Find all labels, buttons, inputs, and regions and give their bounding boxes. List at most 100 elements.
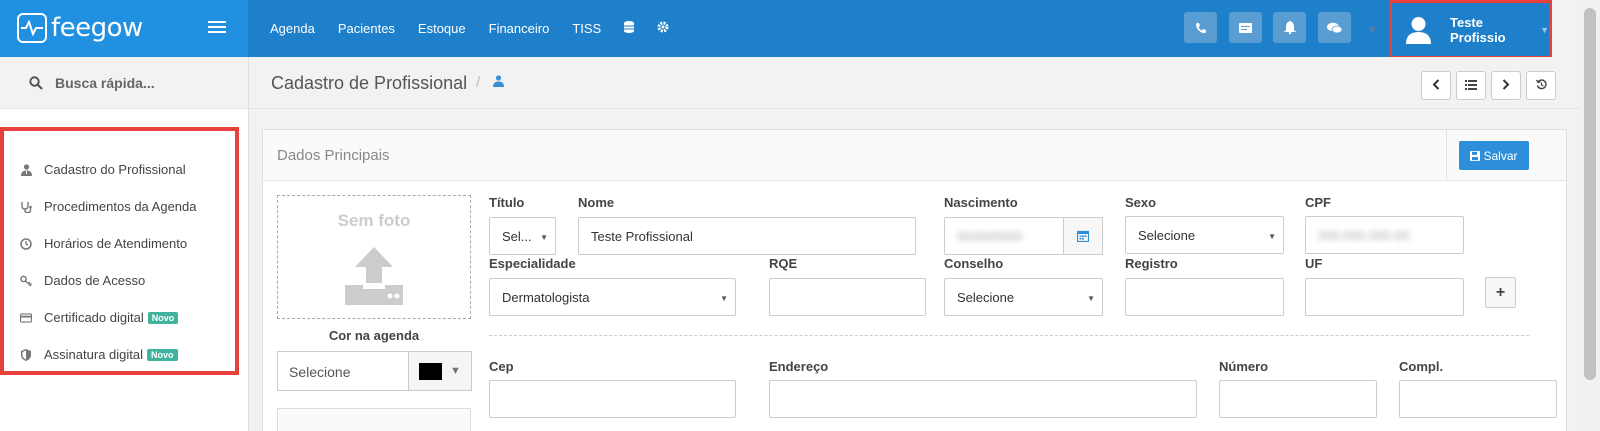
cpf-value: 000.000.000-00 [1318, 227, 1410, 243]
history-icon [1535, 78, 1547, 93]
titulo-value: Sel... [502, 228, 532, 244]
main-data-panel: Dados Principais Salvar Sem foto Cor na … [262, 129, 1567, 431]
cor-agenda-select[interactable]: Selecione ▼ [277, 351, 472, 391]
phone-button[interactable] [1184, 12, 1217, 43]
sidebar-item-certificado[interactable]: Certificado digital Novo [4, 299, 235, 336]
profile-menu: Cadastro do Profissional Procedimentos d… [0, 127, 239, 375]
sidebar-item-label: Procedimentos da Agenda [44, 199, 197, 214]
clock-icon [20, 237, 32, 250]
breadcrumb-separator: / [476, 74, 481, 91]
nav-estoque[interactable]: Estoque [418, 21, 466, 36]
compl-label: Compl. [1399, 359, 1444, 374]
page-scrollbar[interactable] [1580, 0, 1600, 431]
sidebar-item-cadastro[interactable]: Cadastro do Profissional [4, 151, 235, 188]
upload-icon [345, 247, 403, 305]
nav-tiss[interactable]: TISS [572, 21, 601, 36]
cor-agenda-label: Cor na agenda [328, 328, 420, 343]
caret-down-icon: ▼ [1268, 232, 1276, 241]
numero-input[interactable] [1219, 380, 1377, 418]
sidebar-item-horarios[interactable]: Horários de Atendimento [4, 225, 235, 262]
save-button[interactable]: Salvar [1459, 141, 1529, 170]
feegow-logo[interactable]: feegow [17, 12, 143, 44]
nav-agenda[interactable]: Agenda [270, 21, 315, 36]
card-icon [1239, 22, 1252, 33]
chat-button[interactable] [1318, 12, 1351, 43]
conselho-label: Conselho [944, 256, 1004, 271]
conselho-select[interactable]: Selecione ▼ [944, 278, 1103, 316]
sidebar-item-label: Cadastro do Profissional [44, 162, 186, 177]
history-button[interactable] [1526, 71, 1556, 100]
registro-input[interactable] [1125, 278, 1284, 316]
sidebar-item-assinatura[interactable]: Assinatura digital Novo [4, 336, 235, 373]
next-button[interactable] [1491, 71, 1521, 100]
cpf-label: CPF [1305, 195, 1331, 210]
hamburger-menu-icon[interactable] [208, 21, 226, 35]
numero-label: Número [1219, 359, 1269, 374]
caret-down-icon: ▼ [450, 365, 461, 377]
key-icon [20, 275, 32, 287]
shield-icon [20, 348, 32, 361]
plus-icon: + [1495, 283, 1506, 301]
nome-label: Nome [578, 195, 615, 210]
list-icon [1465, 79, 1477, 93]
phone-icon [1195, 22, 1206, 33]
nascimento-value: 00/00/0000 [957, 228, 1023, 244]
search-icon [29, 75, 43, 90]
sexo-select[interactable]: Selecione ▼ [1125, 216, 1284, 254]
titulo-select[interactable]: Sel... ▼ [489, 217, 556, 255]
nascimento-label: Nascimento [944, 195, 1018, 210]
nome-input[interactable]: Teste Profissional [578, 217, 916, 255]
especialidade-label: Especialidade [489, 256, 576, 271]
gear-icon[interactable] [657, 21, 669, 36]
logo-pulse-icon [17, 13, 47, 43]
uf-label: UF [1305, 256, 1323, 271]
add-button[interactable]: + [1485, 277, 1516, 308]
color-picker[interactable]: ▼ [408, 351, 472, 391]
notifications-button[interactable] [1273, 12, 1306, 43]
top-navbar: feegow Agenda Pacientes Estoque Financei… [0, 0, 1552, 59]
panel-header: Dados Principais Salvar [263, 130, 1566, 181]
cor-agenda-value: Selecione [289, 364, 351, 380]
quick-search[interactable]: Busca rápida... [0, 57, 248, 109]
prev-button[interactable] [1421, 71, 1451, 100]
sidebar-item-acesso[interactable]: Dados de Acesso [4, 262, 235, 299]
nav-financeiro[interactable]: Financeiro [489, 21, 550, 36]
scrollbar-thumb[interactable] [1584, 8, 1596, 380]
sidebar-item-procedimentos[interactable]: Procedimentos da Agenda [4, 188, 235, 225]
user-doctor-icon [20, 163, 32, 176]
chat-icon [1327, 22, 1342, 33]
status-dot [1369, 26, 1375, 32]
sexo-value: Selecione [1138, 227, 1196, 243]
cep-label: Cep [489, 359, 514, 374]
extra-field[interactable] [277, 408, 471, 431]
card-button[interactable] [1229, 12, 1262, 43]
bell-icon [1283, 21, 1296, 34]
cep-input[interactable] [489, 380, 736, 418]
chevron-down-icon: ▼ [1540, 24, 1549, 35]
cpf-input[interactable]: 000.000.000-00 [1305, 216, 1464, 254]
chevron-right-icon [1502, 78, 1510, 93]
especialidade-select[interactable]: Dermatologista ▼ [489, 278, 736, 316]
compl-input[interactable] [1399, 380, 1557, 418]
caret-down-icon: ▼ [720, 294, 728, 303]
list-button[interactable] [1456, 71, 1486, 100]
sidebar-item-label: Dados de Acesso [44, 273, 146, 288]
nav-pacientes[interactable]: Pacientes [338, 21, 395, 36]
database-icon[interactable] [624, 21, 635, 36]
caret-down-icon: ▼ [540, 233, 548, 242]
rqe-input[interactable] [769, 278, 926, 316]
calendar-button[interactable] [1063, 217, 1103, 255]
nome-value: Teste Profissional [591, 228, 693, 244]
sidebar-item-label: Horários de Atendimento [44, 236, 188, 251]
search-placeholder: Busca rápida... [55, 74, 155, 91]
photo-upload[interactable]: Sem foto [277, 195, 471, 319]
titulo-label: Título [489, 195, 525, 210]
sexo-label: Sexo [1125, 195, 1157, 210]
floppy-icon [1470, 150, 1481, 161]
endereco-input[interactable] [769, 380, 1197, 418]
uf-input[interactable] [1305, 278, 1464, 316]
sidebar-item-label: Certificado digital [44, 310, 144, 325]
user-menu[interactable]: Teste Profissio ▼ [1389, 0, 1552, 59]
photo-label: Sem foto [337, 211, 411, 230]
nascimento-input[interactable]: 00/00/0000 [944, 217, 1103, 255]
